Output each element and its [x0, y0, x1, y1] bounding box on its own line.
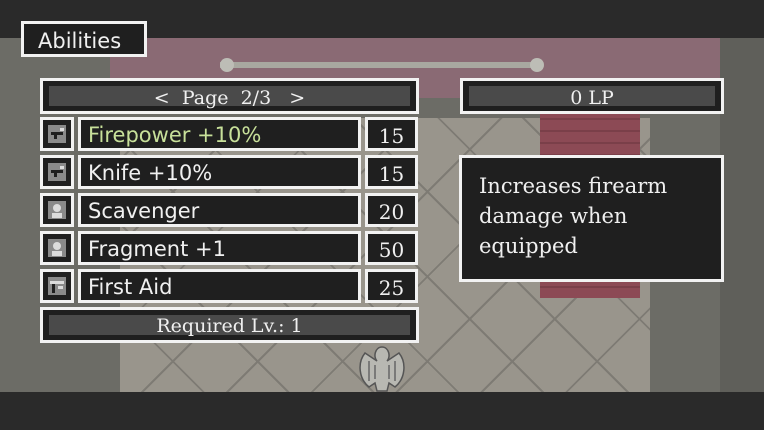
next-page-button[interactable]: >	[289, 87, 305, 109]
railing-post	[220, 58, 234, 72]
ability-icon-box	[40, 269, 74, 303]
page-selector[interactable]: < Page 2/3 >	[40, 78, 419, 114]
page-number: 2/3	[240, 87, 272, 109]
person-icon	[48, 201, 66, 219]
abilities-title-panel: Abilities	[21, 21, 147, 57]
angel-statue-icon	[359, 346, 405, 392]
ability-icon-box	[40, 193, 74, 227]
ability-row-firepower[interactable]: Firepower +10%	[78, 117, 361, 151]
ability-name: Knife +10%	[88, 161, 213, 185]
knife-icon	[48, 163, 66, 181]
ability-icon-box	[40, 231, 74, 265]
person-icon	[48, 239, 66, 257]
gun-icon	[48, 125, 66, 143]
ability-name: Fragment +1	[88, 237, 226, 261]
ability-cost: 20	[378, 200, 405, 224]
ability-cost-box: 20	[365, 193, 418, 227]
page-label: Page	[181, 87, 229, 109]
ability-cost-box: 15	[365, 117, 418, 151]
window-title: Abilities	[38, 29, 122, 53]
ability-cost-box: 15	[365, 155, 418, 189]
page-selector-text: < Page 2/3 >	[43, 87, 416, 109]
ability-name: First Aid	[88, 275, 173, 299]
ability-cost: 15	[378, 124, 405, 148]
lp-panel: 0 LP	[460, 78, 724, 114]
ability-cost: 50	[378, 238, 405, 262]
ability-row-first-aid[interactable]: First Aid	[78, 269, 361, 303]
ability-cost-box: 50	[365, 231, 418, 265]
prev-page-button[interactable]: <	[154, 87, 170, 109]
ability-name: Firepower +10%	[88, 123, 262, 147]
letterbox-bottom	[0, 392, 764, 430]
ability-description: Increases firearm damage when equipped	[479, 174, 668, 258]
required-level-panel: Required Lv.: 1	[40, 307, 419, 343]
ability-name: Scavenger	[88, 199, 200, 223]
ability-cost: 25	[378, 276, 405, 300]
ability-cost: 15	[378, 162, 405, 186]
medkit-icon	[48, 277, 66, 295]
lp-value: 0 LP	[570, 87, 614, 109]
ability-icon-box	[40, 155, 74, 189]
side-wall	[720, 38, 764, 392]
ability-icon-box	[40, 117, 74, 151]
ability-cost-box: 25	[365, 269, 418, 303]
railing	[220, 62, 540, 68]
ability-row-fragment[interactable]: Fragment +1	[78, 231, 361, 265]
description-panel: Increases firearm damage when equipped	[459, 155, 724, 282]
ability-row-scavenger[interactable]: Scavenger	[78, 193, 361, 227]
railing-post	[530, 58, 544, 72]
ability-row-knife[interactable]: Knife +10%	[78, 155, 361, 189]
required-level: Required Lv.: 1	[156, 315, 303, 337]
